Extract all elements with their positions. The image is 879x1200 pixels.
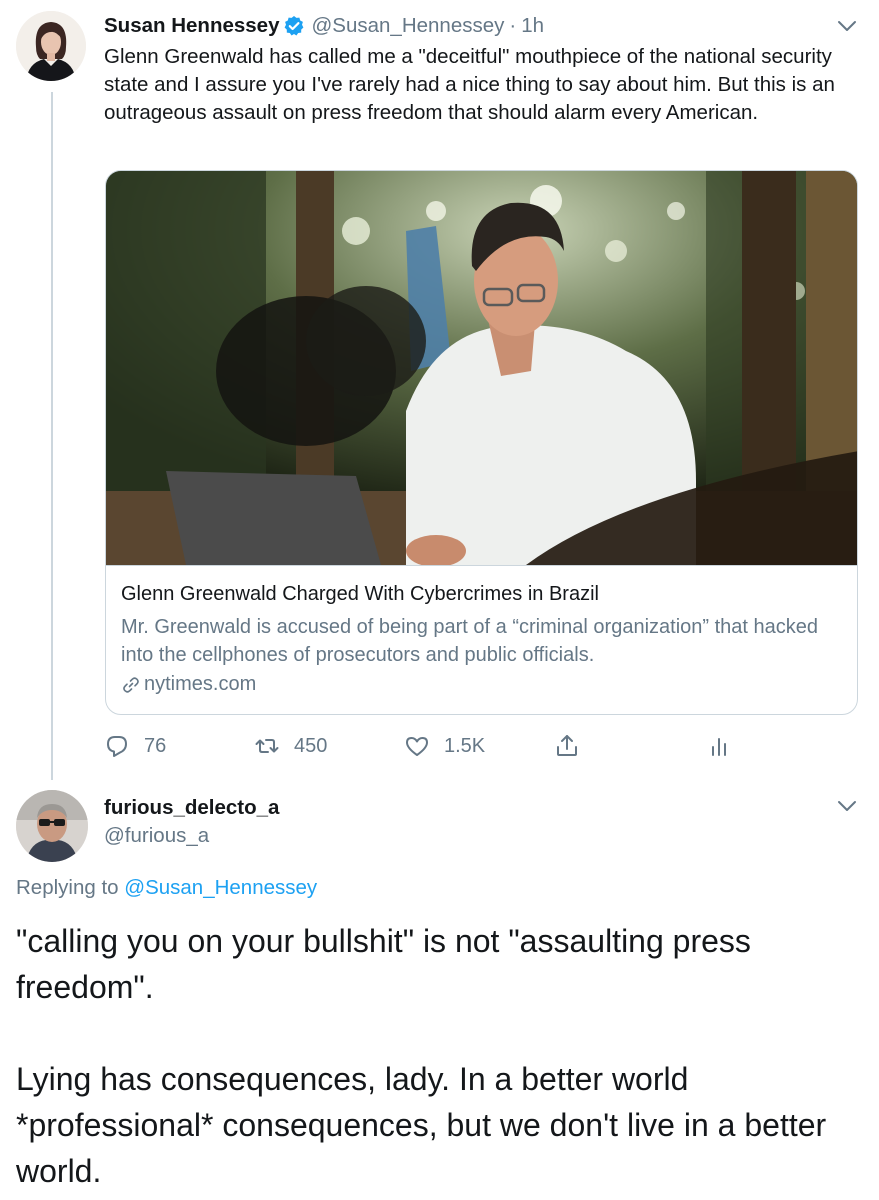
like-count: 1.5K xyxy=(444,734,486,757)
share-icon xyxy=(557,735,577,756)
thread-connector-line xyxy=(51,92,53,780)
card-domain: nytimes.com xyxy=(121,673,256,696)
tweet-text: Glenn Greenwald has called me a "deceitf… xyxy=(104,45,835,124)
card-description: Mr. Greenwald is accused of being part o… xyxy=(121,616,819,666)
retweet-icon xyxy=(255,739,279,753)
avatar-furious-image xyxy=(16,790,88,862)
replying-to-prefix: Replying to xyxy=(16,876,119,899)
reply-author-handle[interactable]: @furious_a xyxy=(104,824,209,848)
replying-to-line: Replying to @Susan_Hennessey xyxy=(16,876,317,900)
link-preview-card[interactable]: Glenn Greenwald Charged With Cybercrimes… xyxy=(105,170,858,715)
reply-paragraph: "calling you on your bullshit" is not "a… xyxy=(16,923,751,1005)
card-divider xyxy=(106,565,857,566)
author-name[interactable]: Susan Hennessey xyxy=(104,14,279,38)
reply-author-name[interactable]: furious_delecto_a xyxy=(104,796,279,820)
reply-button[interactable]: 76 xyxy=(104,730,166,762)
analytics-button[interactable] xyxy=(706,730,732,762)
retweet-count: 450 xyxy=(294,734,328,757)
card-photo xyxy=(106,171,857,565)
tweet-actions: 76 450 1.5K xyxy=(104,730,764,762)
analytics-icon xyxy=(712,738,726,756)
reply-text: "calling you on your bullshit" is not "a… xyxy=(16,918,866,1194)
reply-paragraph: Lying has consequences, lady. In a bette… xyxy=(16,1061,827,1189)
reply-count: 76 xyxy=(144,734,167,757)
retweet-button[interactable]: 450 xyxy=(254,730,327,762)
avatar[interactable] xyxy=(16,790,88,862)
share-button[interactable] xyxy=(554,730,580,762)
reply-more-options-chevron-icon[interactable] xyxy=(836,798,858,814)
more-options-chevron-icon[interactable] xyxy=(836,18,858,34)
card-title: Glenn Greenwald Charged With Cybercrimes… xyxy=(121,583,599,605)
avatar-susan-image xyxy=(16,11,86,81)
link-icon xyxy=(123,676,139,693)
replying-to-handle-link[interactable]: @Susan_Hennessey xyxy=(124,876,317,899)
reply-icon xyxy=(107,736,127,757)
avatar[interactable] xyxy=(16,11,86,81)
like-button[interactable]: 1.5K xyxy=(404,730,485,762)
tweet-timestamp[interactable]: 1h xyxy=(521,14,544,38)
separator-dot: · xyxy=(509,14,517,37)
tweet-header: Susan Hennessey @Susan_Hennessey · 1h xyxy=(104,12,544,40)
verified-badge-icon xyxy=(283,15,305,37)
author-handle[interactable]: @Susan_Hennessey xyxy=(311,14,504,38)
heart-icon xyxy=(406,737,428,756)
card-domain-text: nytimes.com xyxy=(144,673,257,695)
